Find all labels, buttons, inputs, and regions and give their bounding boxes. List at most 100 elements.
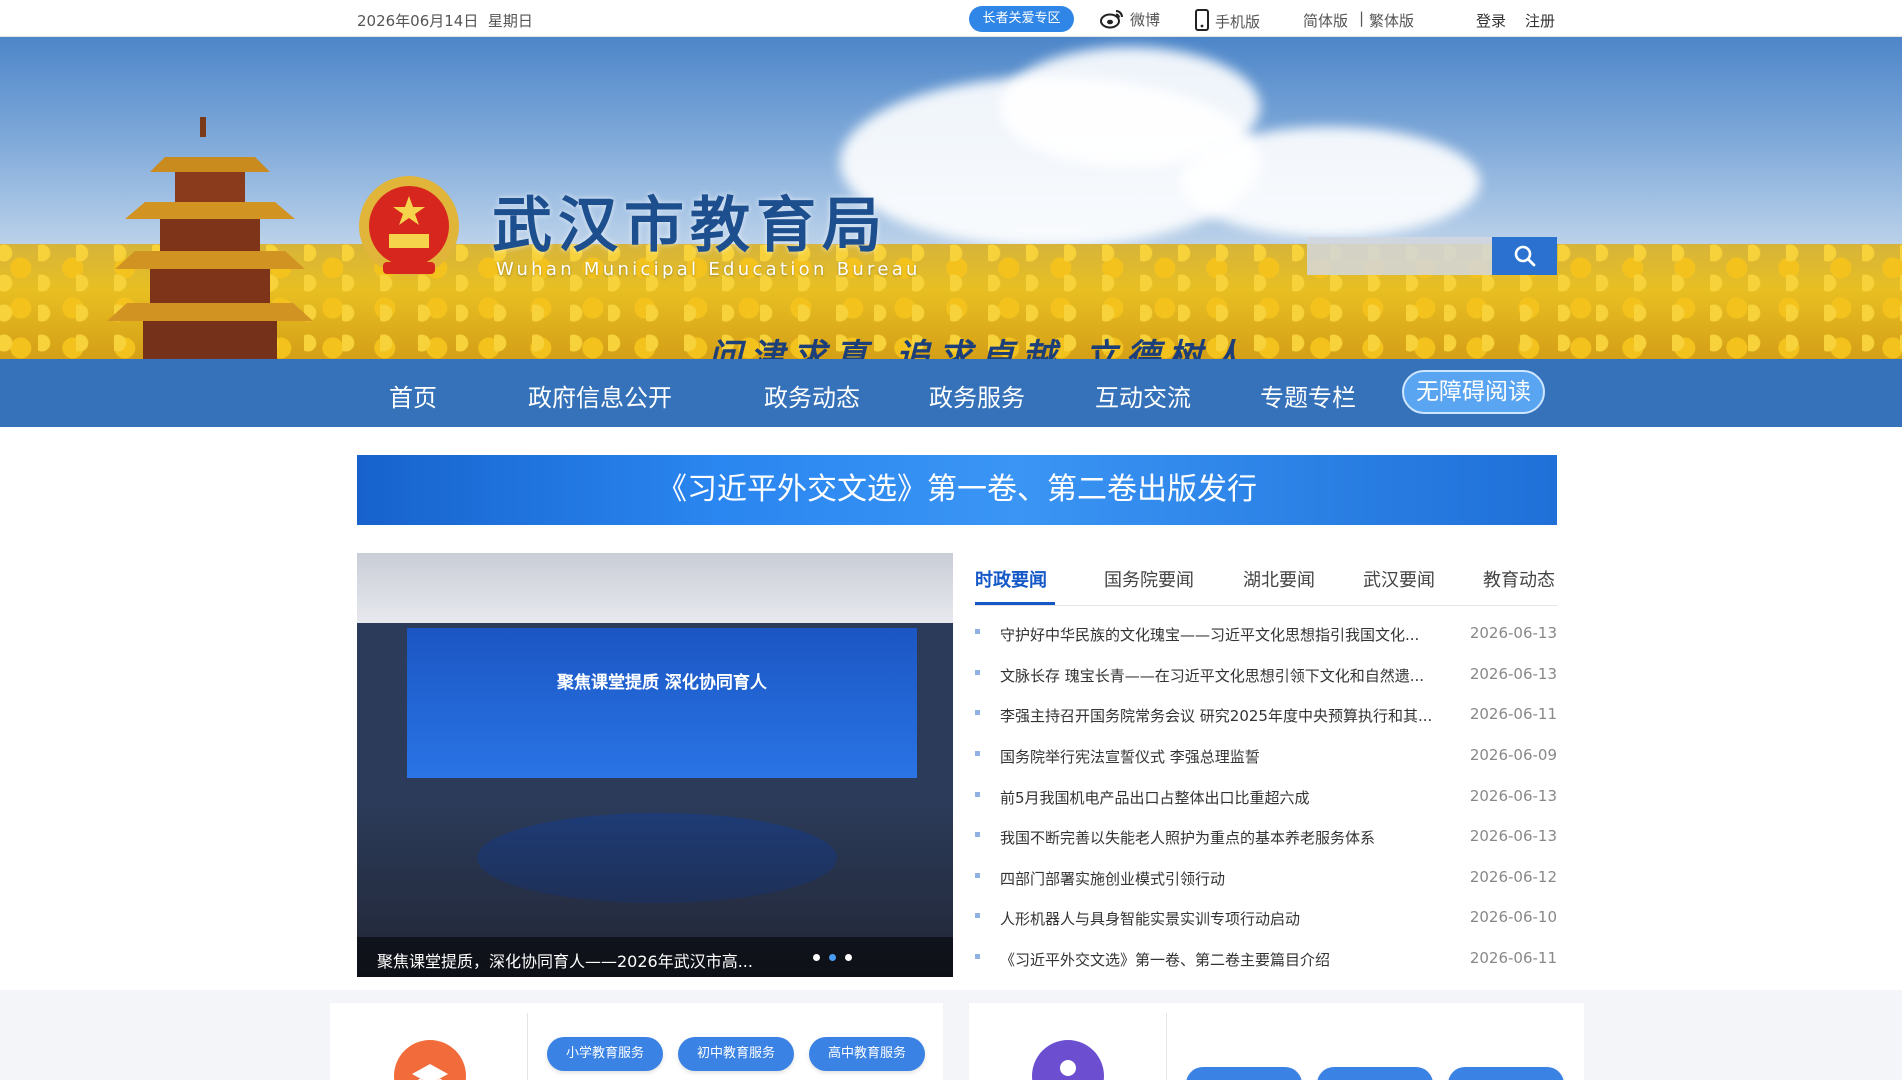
news-title[interactable]: 守护好中华民族的文化瑰宝——习近平文化思想指引我国文化... bbox=[1000, 624, 1455, 645]
news-title[interactable]: 《习近平外交文选》第一卷、第二卷主要篇目介绍 bbox=[1000, 949, 1455, 970]
carousel-caption[interactable]: 聚焦课堂提质，深化协同育人——2026年武汉市高... bbox=[377, 948, 753, 972]
bullet-icon bbox=[975, 954, 980, 959]
carousel-photo-screen: 聚焦课堂提质 深化协同育人 bbox=[407, 628, 917, 778]
news-title[interactable]: 我国不断完善以失能老人照护为重点的基本养老服务体系 bbox=[1000, 827, 1455, 848]
list-item[interactable]: 人形机器人与具身智能实景实训专项行动启动 2026-06-10 bbox=[975, 898, 1557, 938]
news-title[interactable]: 四部门部署实施创业模式引领行动 bbox=[1000, 868, 1455, 889]
nav-item-topics[interactable]: 专题专栏 bbox=[1260, 378, 1356, 413]
service-pill[interactable] bbox=[1317, 1067, 1433, 1080]
panel-divider bbox=[1166, 1013, 1167, 1080]
tab-education[interactable]: 教育动态 bbox=[1483, 566, 1555, 592]
carousel-dot-active[interactable] bbox=[829, 954, 836, 961]
main-nav: 首页 政府信息公开 政务动态 政务服务 互动交流 专题专栏 无障碍阅读 bbox=[0, 359, 1902, 427]
person-icon[interactable] bbox=[1032, 1040, 1104, 1080]
graduation-cap-glyph bbox=[412, 1064, 448, 1080]
tab-state-council[interactable]: 国务院要闻 bbox=[1104, 566, 1194, 592]
list-item[interactable]: 国务院举行宪法宣誓仪式 李强总理监誓 2026-06-09 bbox=[975, 736, 1557, 776]
header-banner: 武汉市教育局 Wuhan Municipal Education Bureau … bbox=[0, 37, 1902, 359]
news-date: 2026-06-11 bbox=[1469, 949, 1557, 967]
lang-separator: | bbox=[1359, 9, 1365, 27]
weibo-label: 微博 bbox=[1130, 11, 1161, 29]
national-emblem-icon bbox=[359, 176, 459, 276]
senior-education-service-button[interactable]: 高中教育服务 bbox=[809, 1037, 925, 1071]
search-icon bbox=[1514, 245, 1535, 267]
list-item[interactable]: 前5月我国机电产品出口占整体出口比重超六成 2026-06-13 bbox=[975, 777, 1557, 817]
carousel-caption-bar: 聚焦课堂提质，深化协同育人——2026年武汉市高... bbox=[357, 937, 953, 977]
list-item[interactable]: 守护好中华民族的文化瑰宝——习近平文化思想指引我国文化... 2026-06-1… bbox=[975, 614, 1557, 654]
news-title[interactable]: 国务院举行宪法宣誓仪式 李强总理监誓 bbox=[1000, 746, 1455, 767]
carousel-dot[interactable] bbox=[813, 954, 820, 961]
education-service-panel: 小学教育服务 初中教育服务 高中教育服务 bbox=[330, 1003, 943, 1080]
news-date: 2026-06-12 bbox=[1469, 868, 1557, 886]
carousel-dot[interactable] bbox=[845, 954, 852, 961]
nav-item-home[interactable]: 首页 bbox=[389, 378, 437, 413]
weibo-icon bbox=[1100, 10, 1123, 29]
tab-wuhan[interactable]: 武汉要闻 bbox=[1363, 566, 1435, 592]
search-input[interactable] bbox=[1307, 237, 1492, 275]
list-item[interactable]: 我国不断完善以失能老人照护为重点的基本养老服务体系 2026-06-13 bbox=[975, 817, 1557, 857]
traditional-link[interactable]: 繁体版 bbox=[1369, 10, 1414, 31]
weekday-text: 星期日 bbox=[487, 12, 533, 30]
news-date: 2026-06-13 bbox=[1469, 665, 1557, 683]
news-date: 2026-06-13 bbox=[1469, 624, 1557, 642]
news-date: 2026-06-11 bbox=[1469, 705, 1557, 723]
site-title: 武汉市教育局 bbox=[492, 191, 888, 261]
mobile-phone-icon bbox=[1195, 9, 1209, 31]
list-item[interactable]: 《习近平外交文选》第一卷、第二卷主要篇目介绍 2026-06-11 bbox=[975, 939, 1557, 979]
news-title[interactable]: 文脉长存 瑰宝长青——在习近平文化思想引领下文化和自然遗... bbox=[1000, 665, 1455, 686]
bullet-icon bbox=[975, 913, 980, 918]
mobile-link[interactable]: 手机版 bbox=[1195, 9, 1260, 32]
top-bar: 2026年06月14日 星期日 长者关爱专区 微博 手机版 简体版 | 繁体版 … bbox=[0, 0, 1902, 37]
panel-divider bbox=[527, 1013, 528, 1080]
tab-hubei[interactable]: 湖北要闻 bbox=[1243, 566, 1315, 592]
primary-education-service-button[interactable]: 小学教育服务 bbox=[547, 1037, 663, 1071]
bullet-icon bbox=[975, 792, 980, 797]
accessibility-reading-button[interactable]: 无障碍阅读 bbox=[1402, 370, 1545, 414]
cloud-decoration bbox=[1180, 127, 1480, 237]
person-glyph bbox=[1060, 1060, 1076, 1076]
site-motto: 问津求真 追求卓越 立德树人 bbox=[708, 337, 1252, 359]
register-link[interactable]: 注册 bbox=[1525, 10, 1555, 31]
news-date: 2026-06-13 bbox=[1469, 827, 1557, 845]
simplified-link[interactable]: 简体版 bbox=[1303, 10, 1348, 31]
junior-education-service-button[interactable]: 初中教育服务 bbox=[678, 1037, 794, 1071]
service-pill[interactable] bbox=[1448, 1067, 1564, 1080]
bullet-icon bbox=[975, 751, 980, 756]
bullet-icon bbox=[975, 629, 980, 634]
news-date: 2026-06-10 bbox=[1469, 908, 1557, 926]
headline-banner[interactable]: 《习近平外交文选》第一卷、第二卷出版发行 bbox=[357, 455, 1557, 525]
nav-item-gov-info[interactable]: 政府信息公开 bbox=[528, 378, 672, 413]
tab-current-affairs[interactable]: 时政要闻 bbox=[975, 566, 1047, 592]
personal-service-panel bbox=[969, 1003, 1584, 1080]
service-pill[interactable] bbox=[1186, 1067, 1302, 1080]
carousel-photo-ceiling bbox=[357, 553, 953, 623]
service-section bbox=[0, 990, 1902, 1080]
bullet-icon bbox=[975, 670, 980, 675]
date-text: 2026年06月14日 bbox=[357, 12, 479, 30]
list-item[interactable]: 李强主持召开国务院常务会议 研究2025年度中央预算执行和其... 2026-0… bbox=[975, 695, 1557, 735]
news-title[interactable]: 人形机器人与具身智能实景实训专项行动启动 bbox=[1000, 908, 1455, 929]
active-tab-underline bbox=[975, 602, 1055, 605]
nav-item-gov-news[interactable]: 政务动态 bbox=[764, 378, 860, 413]
login-link[interactable]: 登录 bbox=[1476, 10, 1506, 31]
news-date: 2026-06-13 bbox=[1469, 787, 1557, 805]
site-subtitle: Wuhan Municipal Education Bureau bbox=[496, 259, 921, 280]
bullet-icon bbox=[975, 710, 980, 715]
list-item[interactable]: 四部门部署实施创业模式引领行动 2026-06-12 bbox=[975, 858, 1557, 898]
nav-item-gov-services[interactable]: 政务服务 bbox=[929, 378, 1025, 413]
news-title[interactable]: 前5月我国机电产品出口占整体出口比重超六成 bbox=[1000, 787, 1455, 808]
yellow-crane-tower-image bbox=[107, 117, 313, 359]
graduation-cap-icon[interactable] bbox=[394, 1040, 466, 1080]
mobile-label: 手机版 bbox=[1215, 13, 1261, 31]
bullet-icon bbox=[975, 873, 980, 878]
search-button[interactable] bbox=[1492, 237, 1557, 275]
bullet-icon bbox=[975, 832, 980, 837]
news-carousel[interactable]: 聚焦课堂提质 深化协同育人 聚焦课堂提质，深化协同育人——2026年武汉市高..… bbox=[357, 553, 953, 977]
weibo-link[interactable]: 微博 bbox=[1100, 9, 1160, 30]
elder-zone-button[interactable]: 长者关爱专区 bbox=[969, 6, 1074, 32]
news-date: 2026-06-09 bbox=[1469, 746, 1557, 764]
nav-item-interaction[interactable]: 互动交流 bbox=[1095, 378, 1191, 413]
screen-title: 聚焦课堂提质 深化协同育人 bbox=[557, 673, 767, 693]
list-item[interactable]: 文脉长存 瑰宝长青——在习近平文化思想引领下文化和自然遗... 2026-06-… bbox=[975, 655, 1557, 695]
news-title[interactable]: 李强主持召开国务院常务会议 研究2025年度中央预算执行和其... bbox=[1000, 705, 1455, 726]
